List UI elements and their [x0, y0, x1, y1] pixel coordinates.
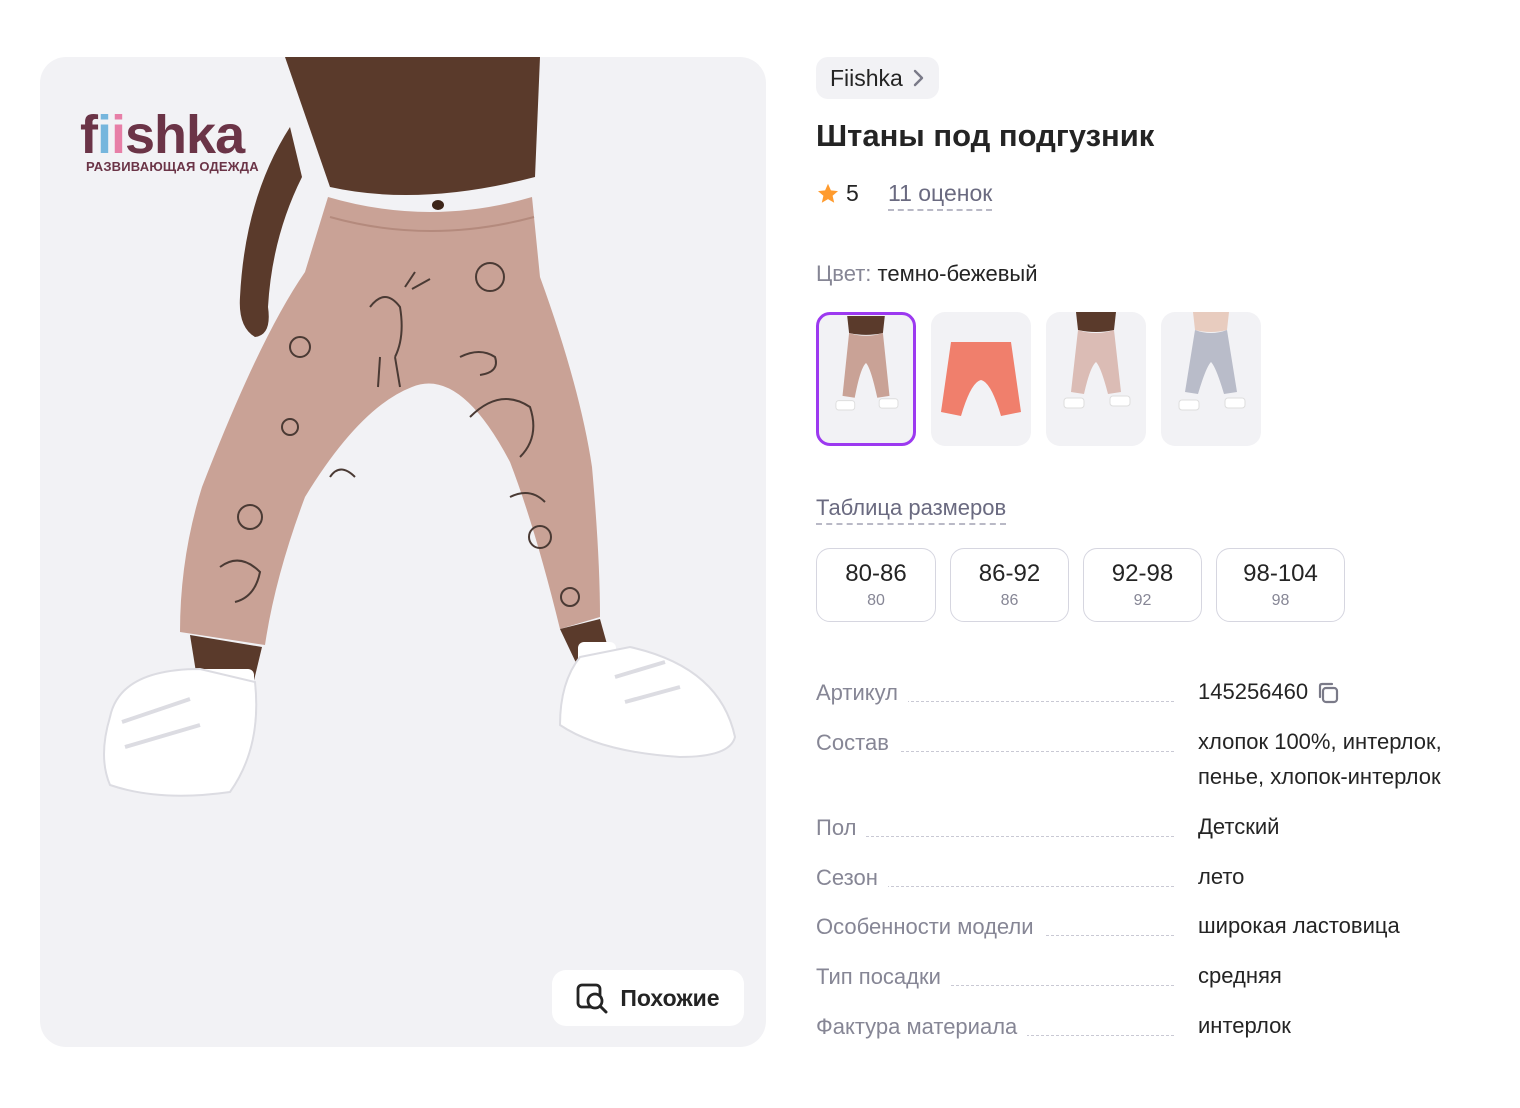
swatch-light-pink[interactable]: [1046, 312, 1146, 446]
size-label: 86-92: [978, 560, 1041, 587]
swatch-image: [941, 342, 1021, 416]
color-label: Цвет:: [816, 261, 872, 286]
product-photo[interactable]: fiishka РАЗВИВАЮЩАЯ ОДЕЖДА Похожие: [40, 57, 766, 1047]
spec-leader: [816, 836, 1174, 837]
star-icon: [818, 183, 838, 203]
spec-key: Артикул: [816, 680, 909, 706]
spec-value: 145256460: [1198, 674, 1496, 709]
similar-button-label: Похожие: [620, 984, 720, 1011]
search-similar-icon: [576, 983, 608, 1014]
product-image: [103, 57, 737, 797]
size-label: 80-86: [845, 560, 907, 587]
spec-value: Детский: [1198, 814, 1280, 839]
rating-score: 5: [846, 180, 859, 206]
similar-button[interactable]: Похожие: [552, 970, 744, 1026]
size-option-86-92[interactable]: 86-92 86: [950, 548, 1069, 622]
spec-value: хлопок 100%, интерлок, пенье, хлопок-инт…: [1198, 729, 1442, 789]
spec-key: Состав: [816, 730, 899, 756]
spec-value: средняя: [1198, 963, 1282, 988]
size-label: 92-98: [1111, 560, 1174, 587]
size-sublabel: 86: [1000, 592, 1019, 609]
size-sublabel: 92: [1133, 592, 1152, 609]
swatch-image: [1178, 312, 1246, 411]
brand-logo: fiishka РАЗВИВАЮЩАЯ ОДЕЖДА: [80, 107, 259, 174]
logo-tagline: РАЗВИВАЮЩАЯ ОДЕЖДА: [86, 159, 259, 174]
brand-name: Fiishka: [830, 64, 903, 91]
product-title: Штаны под подгузник: [816, 118, 1155, 153]
size-option-98-104[interactable]: 98-104 98: [1216, 548, 1345, 622]
color-swatches: [816, 312, 1261, 446]
color-selection: Цвет: темно-бежевый: [816, 261, 1038, 287]
size-label: 98-104: [1243, 560, 1318, 587]
swatch-grey[interactable]: [1161, 312, 1261, 446]
reviews-link[interactable]: 11 оценок: [888, 180, 993, 211]
spec-value: лето: [1198, 864, 1245, 889]
spec-value: интерлок: [1198, 1013, 1291, 1038]
size-sublabel: 98: [1271, 592, 1290, 609]
spec-key: Сезон: [816, 865, 888, 891]
article-number: 145256460: [1198, 679, 1309, 704]
chevron-right-icon: [913, 69, 924, 87]
brand-link[interactable]: Fiishka: [816, 57, 939, 99]
size-table-link[interactable]: Таблица размеров: [816, 495, 1007, 525]
copy-icon[interactable]: [1316, 681, 1340, 705]
spec-key: Особенности модели: [816, 914, 1044, 940]
swatch-image: [835, 316, 899, 411]
size-option-92-98[interactable]: 92-98 92: [1083, 548, 1202, 622]
size-options: 80-86 80 86-92 86 92-98 92 98-104 98: [816, 548, 1345, 622]
color-value: темно-бежевый: [877, 261, 1038, 286]
swatch-image: [1063, 312, 1131, 409]
spec-key: Пол: [816, 815, 867, 841]
swatch-coral[interactable]: [931, 312, 1031, 446]
size-option-80-86[interactable]: 80-86 80: [816, 548, 936, 622]
logo-wordmark: fiishka: [80, 105, 245, 165]
swatch-dark-beige[interactable]: [816, 312, 916, 446]
spec-value: широкая ластовица: [1198, 913, 1400, 938]
rating: 5 11 оценок: [816, 180, 993, 211]
size-sublabel: 80: [867, 592, 885, 609]
spec-key: Фактура материала: [816, 1014, 1028, 1040]
spec-key: Тип посадки: [816, 964, 951, 990]
